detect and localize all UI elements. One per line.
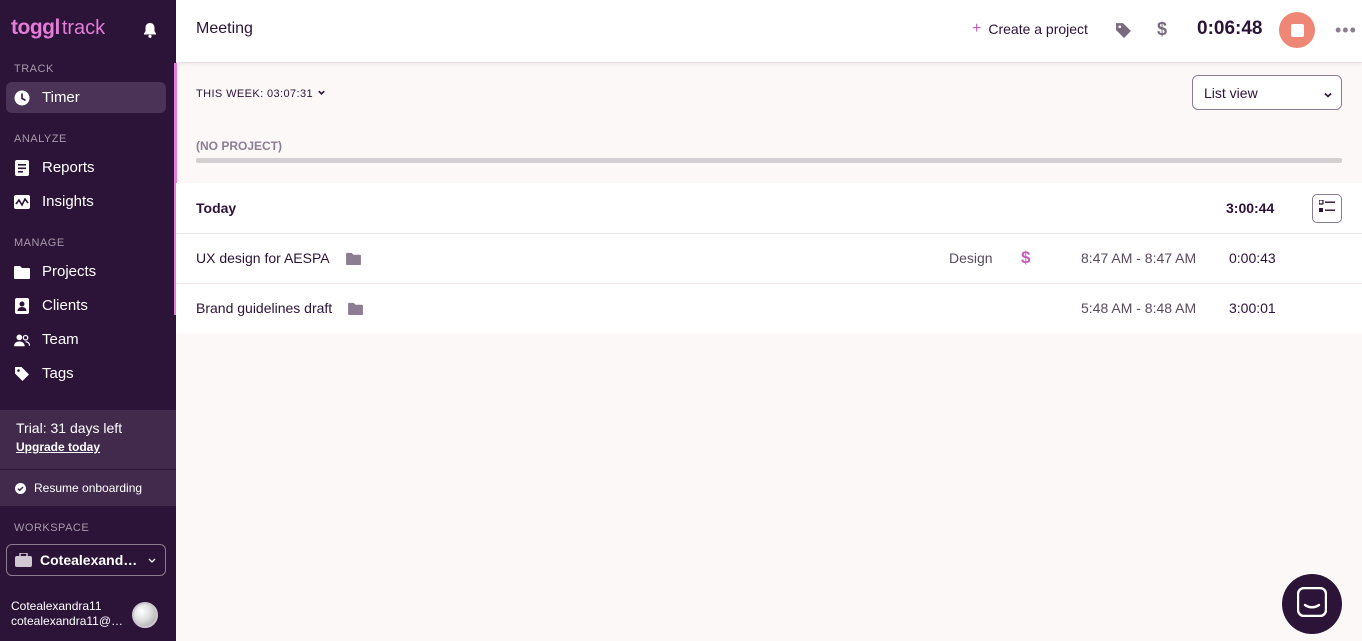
billable-icon[interactable]: $ bbox=[1157, 19, 1167, 40]
tag-icon bbox=[14, 366, 30, 382]
view-select-value: List view bbox=[1204, 84, 1258, 101]
entry-title[interactable]: UX design for AESPA bbox=[196, 250, 361, 266]
sidebar-item-label: Reports bbox=[42, 159, 95, 176]
folder-icon bbox=[14, 264, 30, 280]
workspace-name: Cotealexandra11's workspace bbox=[40, 552, 140, 568]
insights-icon bbox=[14, 194, 30, 210]
sidebar-item-label: Insights bbox=[42, 193, 94, 210]
view-select[interactable]: List view bbox=[1192, 75, 1342, 110]
sidebar-item-insights[interactable]: Insights bbox=[6, 186, 166, 217]
sidebar-item-label: Clients bbox=[42, 297, 88, 314]
section-workspace-label: WORKSPACE bbox=[14, 522, 90, 534]
section-track-label: TRACK bbox=[14, 63, 54, 75]
section-analyze-label: ANALYZE bbox=[14, 133, 67, 145]
sidebar-item-timer[interactable]: Timer bbox=[6, 82, 166, 113]
plus-icon: + bbox=[972, 20, 982, 37]
section-manage-label: MANAGE bbox=[14, 237, 65, 249]
time-entry-row[interactable]: Brand guidelines draft 5:48 AM - 8:48 AM… bbox=[176, 283, 1362, 333]
bulk-edit-button[interactable] bbox=[1312, 194, 1342, 223]
create-project-button[interactable]: + Create a project bbox=[972, 20, 1088, 38]
entry-time-range[interactable]: 5:48 AM - 8:48 AM bbox=[1081, 300, 1196, 316]
billable-icon[interactable]: $ bbox=[1021, 248, 1030, 268]
sidebar-item-label: Projects bbox=[42, 263, 97, 280]
stop-timer-button[interactable] bbox=[1279, 12, 1315, 48]
stop-icon bbox=[1290, 23, 1304, 37]
sidebar-item-reports[interactable]: Reports bbox=[6, 152, 166, 183]
sidebar-item-tags[interactable]: Tags bbox=[6, 358, 166, 389]
project-breakdown-bar[interactable] bbox=[196, 158, 1342, 163]
week-total-label: THIS WEEK: 03:07:31 bbox=[196, 88, 314, 100]
entry-title[interactable]: Brand guidelines draft bbox=[196, 300, 364, 316]
week-total-dropdown[interactable]: THIS WEEK: 03:07:31 bbox=[196, 88, 326, 100]
tag-icon[interactable] bbox=[1115, 22, 1132, 44]
chevron-down-icon bbox=[317, 88, 326, 100]
project-breakdown-label: (NO PROJECT) bbox=[196, 139, 283, 153]
clock-icon bbox=[14, 90, 30, 106]
check-circle-icon bbox=[15, 482, 26, 494]
day-label: Today bbox=[196, 200, 237, 216]
create-project-label: Create a project bbox=[988, 21, 1088, 37]
avatar[interactable] bbox=[132, 602, 158, 628]
folder-icon[interactable] bbox=[348, 302, 364, 315]
reports-icon bbox=[14, 159, 30, 176]
sidebar-item-projects[interactable]: Projects bbox=[6, 256, 166, 287]
trial-text: Trial: 31 days left bbox=[16, 420, 123, 436]
chat-launcher-button[interactable] bbox=[1282, 574, 1342, 634]
resume-onboarding-label: Resume onboarding bbox=[34, 481, 143, 495]
chat-icon bbox=[1296, 586, 1328, 622]
entry-description: Brand guidelines draft bbox=[196, 300, 333, 316]
entry-tag[interactable]: Design bbox=[949, 250, 993, 266]
sidebar-item-label: Tags bbox=[42, 365, 74, 382]
day-total: 3:00:44 bbox=[1226, 200, 1275, 216]
entry-duration[interactable]: 0:00:43 bbox=[1229, 250, 1276, 266]
sidebar-item-team[interactable]: Team bbox=[6, 324, 166, 355]
upgrade-link[interactable]: Upgrade today bbox=[16, 440, 160, 454]
resume-onboarding-button[interactable]: Resume onboarding bbox=[0, 470, 176, 506]
day-group: Today 3:00:44 UX design for AESPA Design… bbox=[176, 183, 1362, 333]
chevron-down-icon bbox=[1323, 87, 1333, 103]
sidebar: toggl track TRACK Timer ANALYZE Reports … bbox=[0, 0, 176, 641]
more-options-icon[interactable]: ••• bbox=[1335, 20, 1357, 41]
entry-duration[interactable]: 3:00:01 bbox=[1229, 300, 1276, 316]
sidebar-item-clients[interactable]: Clients bbox=[6, 290, 166, 321]
bell-icon[interactable] bbox=[141, 21, 159, 39]
entry-description-input[interactable]: Meeting bbox=[196, 20, 253, 38]
entry-time-range[interactable]: 8:47 AM - 8:47 AM bbox=[1081, 250, 1196, 266]
time-entry-row[interactable]: UX design for AESPA Design $ 8:47 AM - 8… bbox=[176, 233, 1362, 283]
chevron-down-icon bbox=[147, 553, 157, 570]
workspace-select[interactable]: Cotealexandra11's workspace bbox=[6, 544, 166, 576]
folder-icon[interactable] bbox=[345, 252, 361, 265]
toggl-logo[interactable]: toggl track bbox=[11, 16, 105, 42]
logo-bold: toggl bbox=[11, 16, 60, 39]
sidebar-item-label: Team bbox=[42, 331, 79, 348]
user-name: Cotealexandra11 bbox=[11, 599, 102, 613]
timer-bar: Meeting + Create a project $ 0:06:48 ••• bbox=[176, 0, 1362, 63]
user-profile[interactable]: Cotealexandra11 cotealexandra11@gmail.co… bbox=[11, 599, 129, 629]
client-icon bbox=[14, 297, 30, 314]
logo-text: track bbox=[61, 17, 106, 39]
briefcase-icon bbox=[15, 553, 32, 567]
team-icon bbox=[14, 332, 30, 348]
sidebar-item-label: Timer bbox=[42, 89, 80, 106]
list-icon bbox=[1318, 198, 1335, 218]
entry-description: UX design for AESPA bbox=[196, 250, 330, 266]
trial-banner: Trial: 31 days left Upgrade today bbox=[0, 410, 176, 469]
running-timer: 0:06:48 bbox=[1197, 18, 1263, 39]
user-email: cotealexandra11@gmail.com bbox=[11, 614, 129, 628]
